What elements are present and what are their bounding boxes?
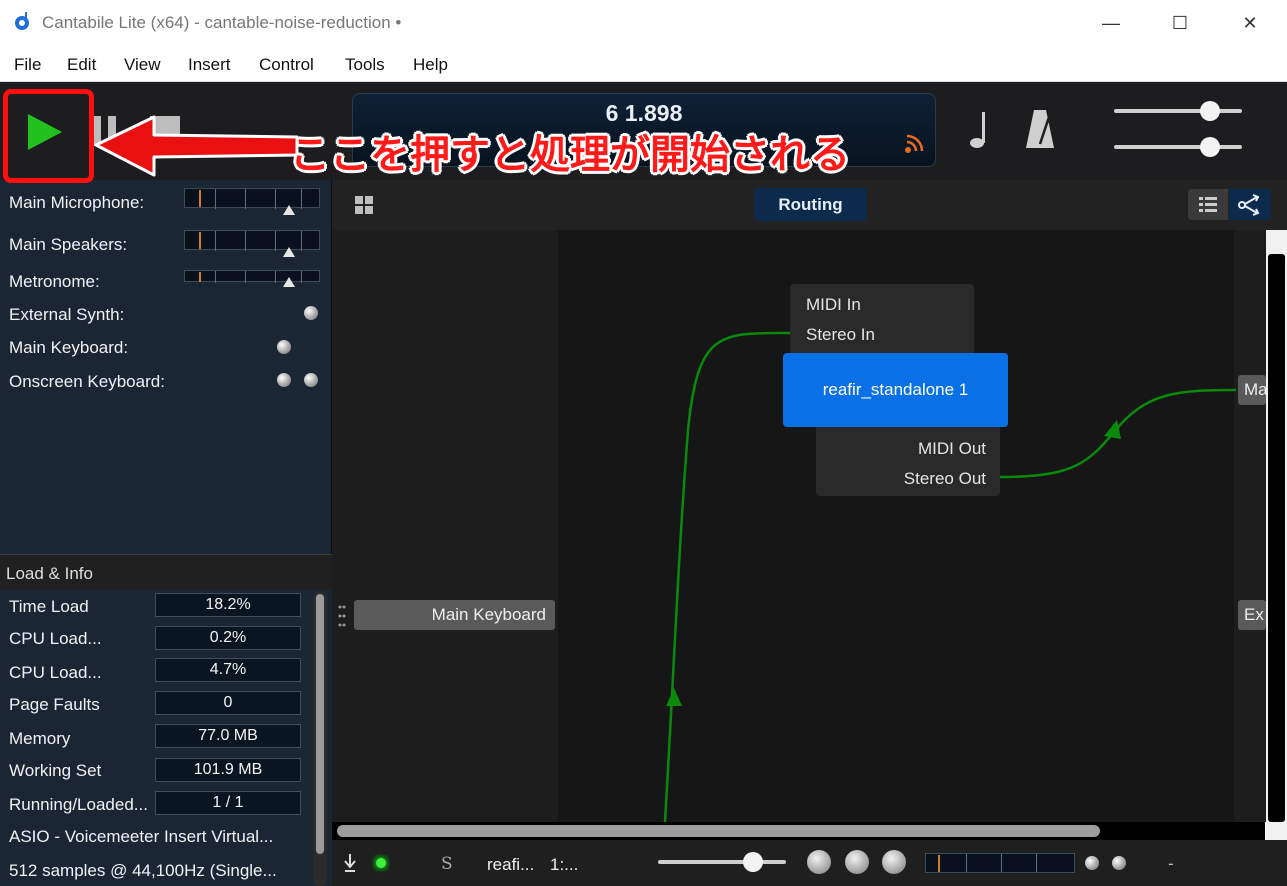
close-button[interactable]: ✕ <box>1220 0 1280 46</box>
info-value-working-set: 101.9 MB <box>155 758 301 782</box>
menu-file[interactable]: File <box>14 55 41 75</box>
pin-stereo-in[interactable]: Stereo In <box>806 325 875 345</box>
menu-control[interactable]: Control <box>259 55 314 75</box>
list-view-button[interactable] <box>1188 189 1228 220</box>
route-node-main-keyboard[interactable]: Main Keyboard <box>354 600 555 630</box>
info-value-time-load: 18.2% <box>155 593 301 617</box>
load-info-panel: Time Load 18.2% CPU Load... 0.2% CPU Loa… <box>0 590 332 886</box>
pin-down-icon[interactable] <box>343 853 357 873</box>
info-label-memory: Memory <box>9 729 71 748</box>
input-ports-column <box>332 230 558 822</box>
info-label-running-loaded: Running/Loaded... <box>9 795 148 814</box>
external-synth-activity-led-icon <box>304 306 318 320</box>
status-dash: - <box>1168 854 1174 873</box>
plugin-level-meter <box>925 853 1075 873</box>
plugin-output-pins: MIDI Out Stereo Out <box>816 420 1000 496</box>
status-channel: 1:... <box>550 855 579 874</box>
diagram-view-button[interactable] <box>1229 189 1271 220</box>
audio-driver-info: ASIO - Voicemeeter Insert Virtual... <box>9 827 274 846</box>
load-info-scrollbar[interactable] <box>313 592 327 886</box>
menu-view[interactable]: View <box>124 55 161 75</box>
minimize-button[interactable]: — <box>1081 0 1141 46</box>
master-speed-slider[interactable] <box>1200 137 1220 157</box>
load-info-title: Load & Info <box>6 564 93 583</box>
title-bar: Cantabile Lite (x64) - cantable-noise-re… <box>0 0 1287 46</box>
info-value-page-faults: 0 <box>155 691 301 715</box>
plugin-midi-out-led-icon <box>1112 856 1126 870</box>
menu-bar: File Edit View Insert Control Tools Help <box>0 46 1287 82</box>
pin-stereo-out[interactable]: Stereo Out <box>904 469 986 489</box>
plugin-gain-track <box>658 860 786 864</box>
routing-diagram-icon <box>1238 194 1260 216</box>
info-label-page-faults: Page Faults <box>9 695 100 714</box>
info-label-cpu-load-2: CPU Load... <box>9 663 102 682</box>
onscreen-keyboard-in-led-icon <box>277 373 291 387</box>
port-label-main-keyboard: Main Keyboard: <box>9 338 129 357</box>
pin-midi-out[interactable]: MIDI Out <box>918 439 986 459</box>
cantabile-logo-icon <box>15 12 29 30</box>
port-label-onscreen-keyboard: Onscreen Keyboard: <box>9 372 165 391</box>
solo-button[interactable]: S <box>441 854 453 874</box>
tab-routing[interactable]: Routing <box>754 188 867 221</box>
route-node-main-output[interactable]: Ma <box>1238 375 1266 405</box>
plugin-status-bar: S reafi... 1:... - <box>332 840 1287 886</box>
port-label-metronome: Metronome: <box>9 272 100 291</box>
port-label-main-microphone: Main Microphone: <box>9 193 145 212</box>
plugin-node-reafir[interactable]: reafir_standalone 1 <box>783 353 1008 427</box>
master-volume-slider[interactable] <box>1200 101 1220 121</box>
menu-edit[interactable]: Edit <box>67 55 96 75</box>
port-label-main-speakers: Main Speakers: <box>9 235 128 254</box>
routing-vertical-scrollbar[interactable] <box>1266 230 1287 822</box>
master-volume-track <box>1114 109 1242 113</box>
note-icon[interactable] <box>968 110 994 150</box>
play-button-highlight <box>3 89 94 183</box>
menu-tools[interactable]: Tools <box>345 55 385 75</box>
main-speakers-level-meter[interactable] <box>184 230 320 257</box>
menu-help[interactable]: Help <box>413 55 448 75</box>
audio-format-info: 512 samples @ 44,100Hz (Single... <box>9 861 277 880</box>
width-knob-icon[interactable] <box>882 850 906 874</box>
plugin-gain-slider[interactable] <box>743 852 763 872</box>
midi-activity-icon <box>905 134 924 153</box>
maximize-button[interactable]: ☐ <box>1150 0 1210 46</box>
onscreen-keyboard-out-led-icon <box>304 373 318 387</box>
info-value-memory: 77.0 MB <box>155 724 301 748</box>
info-label-cpu-load-1: CPU Load... <box>9 629 102 648</box>
master-speed-track <box>1114 145 1242 149</box>
pin-midi-in[interactable]: MIDI In <box>806 295 861 315</box>
grid-view-icon[interactable] <box>354 195 374 215</box>
drag-handle-icon[interactable] <box>337 604 347 628</box>
plugin-active-led-icon[interactable] <box>373 855 389 871</box>
info-value-running-loaded: 1 / 1 <box>155 791 301 815</box>
window-title: Cantabile Lite (x64) - cantable-noise-re… <box>42 13 402 32</box>
info-label-working-set: Working Set <box>9 761 102 780</box>
routing-horizontal-scrollbar[interactable] <box>332 822 1265 840</box>
route-node-external[interactable]: Ex <box>1238 600 1266 630</box>
port-label-external-synth: External Synth: <box>9 305 125 324</box>
metronome-level-meter[interactable] <box>184 270 320 287</box>
output-ports-column <box>1234 230 1266 822</box>
main-microphone-level-meter[interactable] <box>184 188 320 215</box>
plugin-midi-in-led-icon <box>1085 856 1099 870</box>
status-plugin-name: reafi... <box>487 855 535 874</box>
info-label-time-load: Time Load <box>9 597 89 616</box>
plugin-input-pins: MIDI In Stereo In <box>790 284 974 356</box>
metronome-icon[interactable] <box>1024 108 1056 152</box>
info-value-cpu-load-1: 0.2% <box>155 626 301 650</box>
annotation-arrow-icon <box>94 115 299 177</box>
info-value-cpu-load-2: 4.7% <box>155 658 301 682</box>
load-info-header[interactable]: Load & Info <box>0 554 332 590</box>
annotation-text: ここを押すと処理が開始される <box>290 133 850 177</box>
balance-knob-icon[interactable] <box>845 850 869 874</box>
menu-insert[interactable]: Insert <box>188 55 231 75</box>
list-view-icon <box>1199 197 1217 212</box>
ports-panel: Main Microphone: Main Speakers: Metronom… <box>0 180 332 554</box>
pan-knob-icon[interactable] <box>807 850 831 874</box>
scroll-corner <box>1266 822 1287 840</box>
main-keyboard-activity-led-icon <box>277 340 291 354</box>
